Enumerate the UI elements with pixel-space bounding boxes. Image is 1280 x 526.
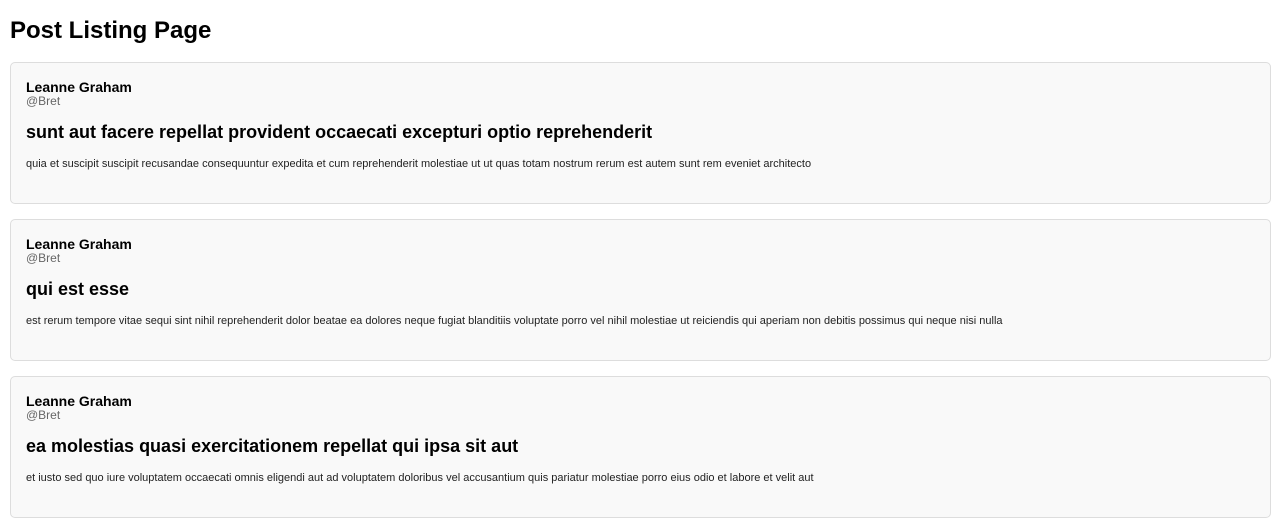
post-card: Leanne Graham @Bret ea molestias quasi e… xyxy=(10,376,1271,518)
post-card: Leanne Graham @Bret sunt aut facere repe… xyxy=(10,62,1271,204)
author-name: Leanne Graham xyxy=(26,79,132,95)
author-handle: @Bret xyxy=(26,251,61,265)
author-name: Leanne Graham xyxy=(26,236,132,252)
post-title: ea molestias quasi exercitationem repell… xyxy=(26,436,519,456)
page-title: Post Listing Page xyxy=(10,17,212,44)
post-body: est rerum tempore vitae sequi sint nihil… xyxy=(26,315,1003,327)
post-title: qui est esse xyxy=(26,279,130,299)
post-card: Leanne Graham @Bret qui est esse est rer… xyxy=(10,219,1271,361)
author-handle: @Bret xyxy=(26,408,61,422)
author-handle: @Bret xyxy=(26,94,61,108)
author-name: Leanne Graham xyxy=(26,393,132,409)
post-body: et iusto sed quo iure voluptatem occaeca… xyxy=(26,472,814,484)
post-listing-page: Post Listing Page Leanne Graham @Bret su… xyxy=(0,0,1280,526)
post-title: sunt aut facere repellat provident occae… xyxy=(26,122,653,142)
post-list: Leanne Graham @Bret sunt aut facere repe… xyxy=(10,45,1271,518)
post-body: quia et suscipit suscipit recusandae con… xyxy=(26,158,812,170)
